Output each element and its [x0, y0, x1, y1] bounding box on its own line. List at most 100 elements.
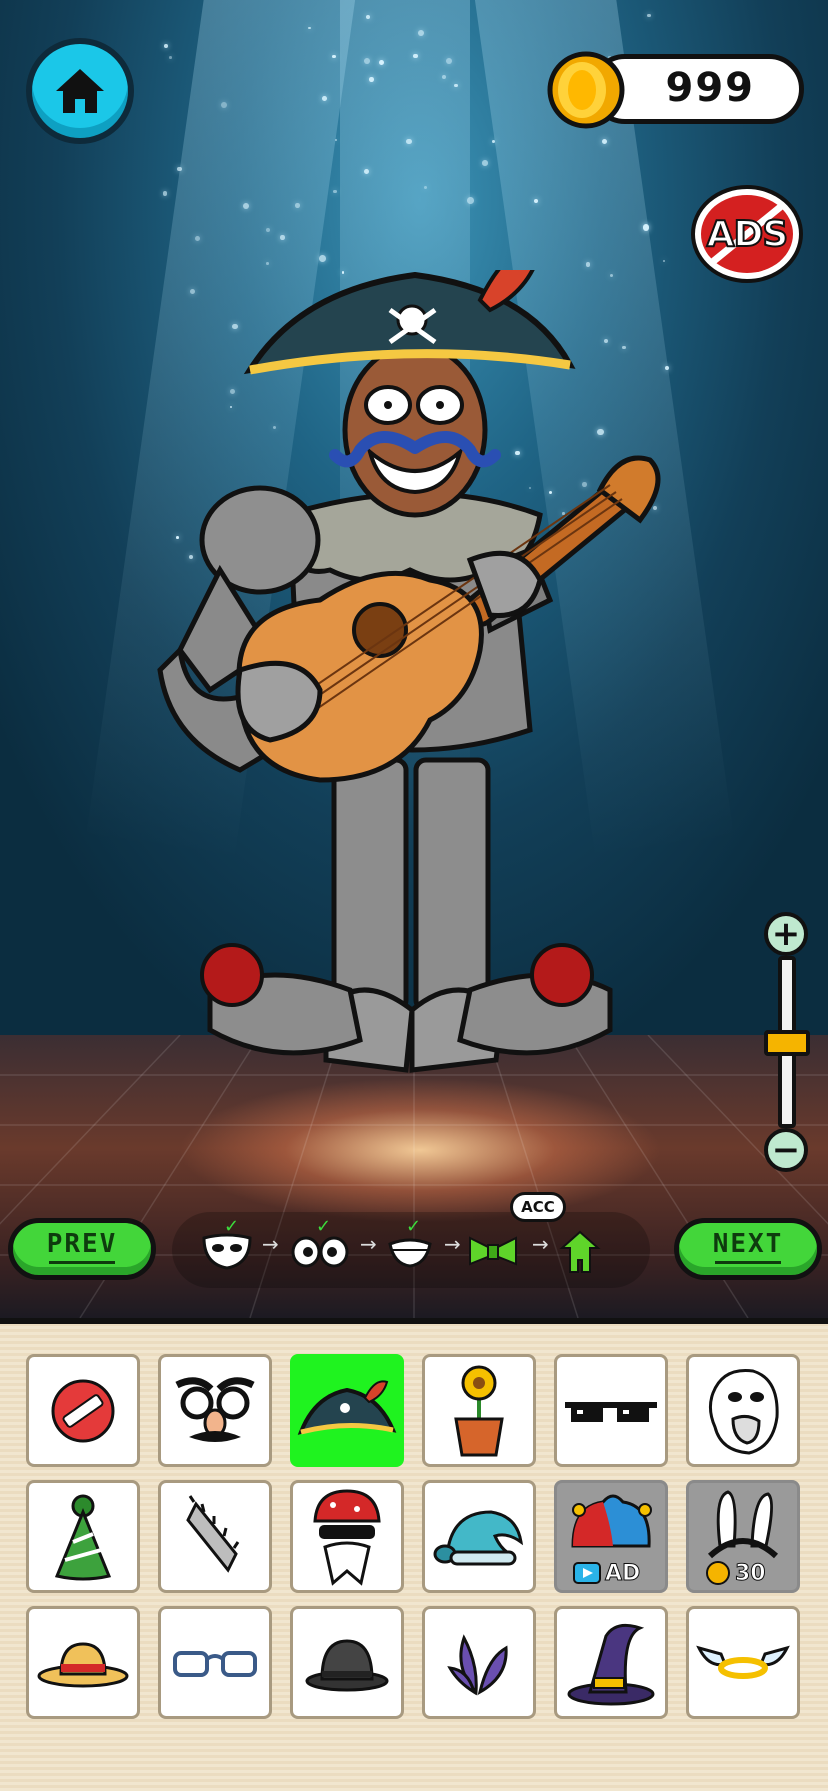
check-icon: ✓	[316, 1216, 332, 1237]
sparkle	[318, 255, 326, 263]
jester-hat-icon	[571, 1494, 652, 1547]
pixel-sunglasses-icon	[565, 1401, 657, 1422]
sparkle	[162, 191, 168, 196]
sparkle	[295, 203, 300, 208]
witch-hat-icon	[567, 1623, 655, 1705]
sparkle	[363, 169, 369, 175]
item-cell-chainsaw[interactable]	[158, 1480, 272, 1593]
sparkle	[266, 262, 270, 265]
left-arrow-icon	[49, 1261, 115, 1264]
arrow-icon: →	[360, 1232, 377, 1256]
video-ad-icon	[573, 1562, 601, 1584]
item-cell-bunny-ears[interactable]: 30	[686, 1480, 800, 1593]
party-hat-icon	[54, 1494, 112, 1580]
character[interactable]	[150, 270, 730, 1170]
item-cell-sleep-cap[interactable]	[422, 1480, 536, 1593]
outfit-icon	[559, 1230, 601, 1273]
prev-label: PREV	[46, 1229, 118, 1259]
bunny-ears-icon	[707, 1489, 779, 1558]
sparkle	[647, 13, 651, 18]
home-icon	[56, 69, 104, 113]
item-cell-glasses[interactable]	[158, 1606, 272, 1719]
flower-pot-icon	[454, 1365, 504, 1456]
remove-ads-button[interactable]: ADS	[690, 184, 804, 284]
item-cell-party-hat[interactable]	[26, 1480, 140, 1593]
sparkle	[177, 166, 182, 172]
item-cell-flower-pot[interactable]	[422, 1354, 536, 1467]
sparkle	[413, 53, 418, 59]
ad-badge: AD	[573, 1560, 659, 1586]
ads-label: ADS	[706, 213, 790, 256]
item-cell-witch-hat[interactable]	[554, 1606, 668, 1719]
next-label: NEXT	[712, 1229, 784, 1259]
character-head	[329, 342, 501, 518]
coin-price-badge: 30	[705, 1560, 791, 1586]
arrow-icon: →	[444, 1232, 461, 1256]
item-cell-bowler-hat[interactable]	[290, 1606, 404, 1719]
glasses-icon	[173, 1650, 257, 1677]
character-legs	[200, 757, 613, 1073]
sparkle	[333, 189, 337, 194]
sparkle	[466, 196, 474, 204]
item-cell-straw-hat[interactable]	[26, 1606, 140, 1719]
step-accessory[interactable]	[466, 1230, 520, 1274]
sparkle	[194, 235, 200, 241]
sparkle	[445, 57, 453, 65]
check-icon: ✓	[406, 1216, 422, 1237]
ad-badge-label: AD	[604, 1560, 641, 1586]
coin-icon	[547, 51, 625, 129]
item-cell-none[interactable]	[26, 1354, 140, 1467]
item-cell-angel-halo[interactable]	[686, 1606, 800, 1719]
bowtie-icon	[469, 1236, 517, 1266]
right-arrow-icon	[715, 1261, 781, 1264]
angel-halo-icon	[696, 1645, 790, 1679]
sparkle	[334, 138, 338, 142]
sparkle	[585, 262, 591, 267]
sparkle	[454, 83, 458, 88]
sparkle	[369, 77, 374, 82]
item-cell-jester-hat[interactable]: AD	[554, 1480, 668, 1593]
prev-button[interactable]: PREV	[8, 1218, 156, 1280]
sparkle	[662, 259, 666, 263]
coin-icon	[706, 1561, 730, 1585]
sparkle	[642, 224, 650, 231]
item-cell-pirate-hat[interactable]	[290, 1354, 404, 1467]
step-outfit[interactable]	[556, 1230, 604, 1278]
sparkle	[280, 235, 285, 240]
bowler-hat-icon	[305, 1638, 389, 1691]
item-panel: AD 30	[0, 1318, 828, 1791]
sparkle	[169, 55, 173, 59]
sparkle	[441, 74, 447, 80]
zoom-thumb[interactable]	[764, 1030, 810, 1056]
item-cell-troll-face[interactable]	[686, 1354, 800, 1467]
sparkle	[482, 160, 488, 166]
leaf-sprout-icon	[447, 1633, 508, 1696]
sparkle	[365, 14, 370, 20]
none-icon	[51, 1379, 115, 1442]
straw-hat-icon	[37, 1641, 129, 1687]
pirate-hat-icon	[297, 1379, 397, 1435]
item-cell-bandana-beard[interactable]	[290, 1480, 404, 1593]
home-button[interactable]	[26, 38, 134, 144]
sleep-cap-icon	[433, 1509, 524, 1565]
sparkle	[405, 138, 412, 145]
coin-price-label: 30	[735, 1560, 767, 1586]
game-screen: 999 ADS + − PREV NEXT ✓ → ✓ → ✓ → → ACC …	[0, 0, 828, 1791]
bandana-beard-icon	[313, 1488, 381, 1586]
troll-face-icon	[708, 1368, 779, 1455]
zoom-in-button[interactable]: +	[764, 912, 808, 956]
sparkle	[332, 54, 336, 59]
check-icon: ✓	[224, 1216, 240, 1237]
zoom-out-button[interactable]: −	[764, 1128, 808, 1172]
chainsaw-icon	[186, 1494, 240, 1573]
zoom-slider[interactable]: + −	[762, 912, 812, 1172]
sparkle	[242, 202, 249, 209]
item-cell-pixel-sunglasses[interactable]	[554, 1354, 668, 1467]
groucho-glasses-icon	[175, 1376, 255, 1442]
current-step-label: ACC	[510, 1192, 566, 1222]
sparkle	[164, 43, 168, 48]
item-cell-groucho-glasses[interactable]	[158, 1354, 272, 1467]
next-button[interactable]: NEXT	[674, 1218, 822, 1280]
item-cell-leaf-sprout[interactable]	[422, 1606, 536, 1719]
arrow-icon: →	[532, 1232, 549, 1256]
